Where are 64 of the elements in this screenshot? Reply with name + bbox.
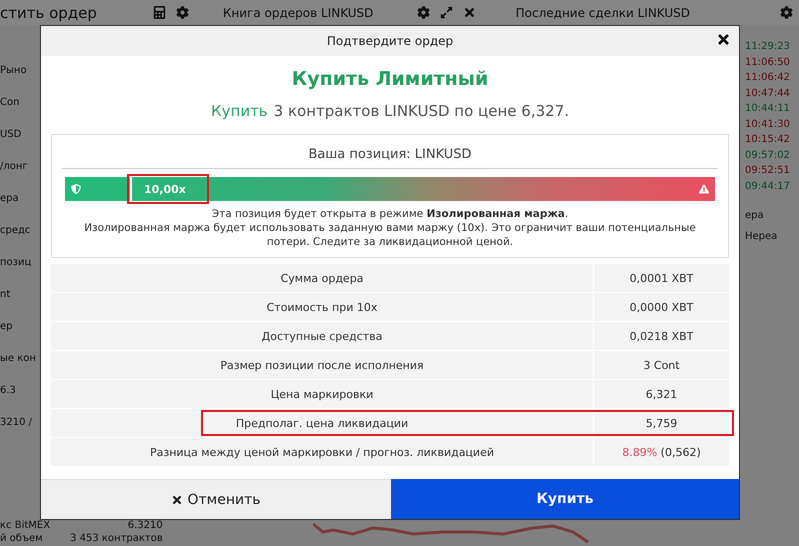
margin-notice: Эта позиция будет открыта в режиме Изолированная маржа. (212, 207, 568, 221)
warning-icon (699, 184, 709, 194)
background-text: Con (0, 97, 20, 108)
settings-icon[interactable] (416, 6, 430, 19)
trade-time: 09:44:17 (745, 180, 791, 194)
background-text: позиц (0, 257, 32, 268)
buy-button[interactable]: Купить (391, 479, 739, 519)
order-heading: Купить Лимитный (292, 68, 488, 90)
table-cell-text: 0,0000 XBT (628, 300, 694, 316)
trade-time: 11:29:23 (745, 40, 791, 54)
position-title: Ваша позиция: LINKUSD (308, 146, 472, 164)
table-cell-text: 0,0001 XBT (628, 270, 694, 286)
close-icon (171, 494, 184, 506)
background-text: /лонг (0, 161, 29, 172)
background-text: ер (0, 321, 14, 332)
background-text: средс (0, 225, 32, 236)
table-cell: Цена маркировки (51, 380, 594, 408)
settings-icon[interactable] (780, 6, 793, 19)
background-text: nt (0, 289, 12, 300)
background-text: 6.3 (0, 385, 17, 396)
cancel-button[interactable]: Отменить (41, 479, 391, 519)
panel-title: Последние сделки LINKUSD (516, 6, 690, 20)
stat-value: 6.3210 (128, 519, 163, 532)
table-cell: Разница между ценой маркировки / прогноз. ликвидацией (51, 438, 594, 466)
trade-time: 11:06:42 (745, 71, 791, 85)
table-cell-text: 5,759 (644, 416, 678, 432)
dialog-title: Подтвердите ордер (326, 34, 454, 48)
trade-time: 10:47:44 (745, 86, 791, 100)
table-cell: Размер позиции после исполнения (51, 351, 594, 379)
order-action: Купить (210, 102, 268, 120)
expand-icon[interactable] (440, 6, 453, 19)
trade-time: 10:41:30 (745, 118, 791, 132)
table-cell-text: 6,321 (644, 386, 678, 402)
background-text: Нереа (745, 231, 778, 242)
background-text: ера (745, 210, 765, 221)
close-icon[interactable] (462, 6, 476, 19)
order-summary: 3 контрактов LINKUSD по цене 6,327. (274, 102, 570, 120)
table-cell-text: 8.89% (0,562) (621, 444, 702, 460)
panel-title: Книга ордеров LINKUSD (222, 6, 374, 20)
background-text: Рыно (0, 65, 28, 76)
table-cell: Доступные средства (51, 322, 594, 350)
stat-value: 3 453 контрактов (70, 532, 163, 545)
trade-time: 11:06:50 (745, 56, 791, 70)
stat-label: кс BitMEX (0, 519, 50, 532)
shield-icon (71, 184, 81, 194)
background-text: USD (0, 129, 22, 140)
table-cell: Сумма ордера (51, 264, 594, 292)
background-text: 3210 / (0, 417, 33, 428)
table-cell-text: 0,0218 XBT (628, 328, 694, 344)
background-text: ые кон (0, 353, 37, 364)
background-text: ера (0, 193, 20, 204)
close-button[interactable] (716, 32, 731, 47)
table-cell: Предполаг. цена ликвидации (51, 409, 594, 437)
settings-icon[interactable] (176, 6, 189, 19)
margin-explanation: Изолированная маржа будет использовать заданную вами маржу (10x). Это ограничит ваши потенциальные потери. Следите за ликвидационной ценой. (83, 221, 697, 249)
table-cell-text: 3 Cont (642, 358, 681, 374)
stat-label: й объем (0, 532, 44, 545)
table-cell: Стоимость при 10x (51, 293, 594, 321)
trade-time: 09:57:02 (745, 148, 791, 162)
trade-time: 10:44:11 (745, 102, 791, 116)
panel-title: стить ордер (0, 4, 97, 22)
calculator-icon[interactable] (152, 6, 166, 19)
trade-time: 10:15:42 (745, 133, 791, 147)
trade-time: 09:52:51 (745, 164, 791, 178)
